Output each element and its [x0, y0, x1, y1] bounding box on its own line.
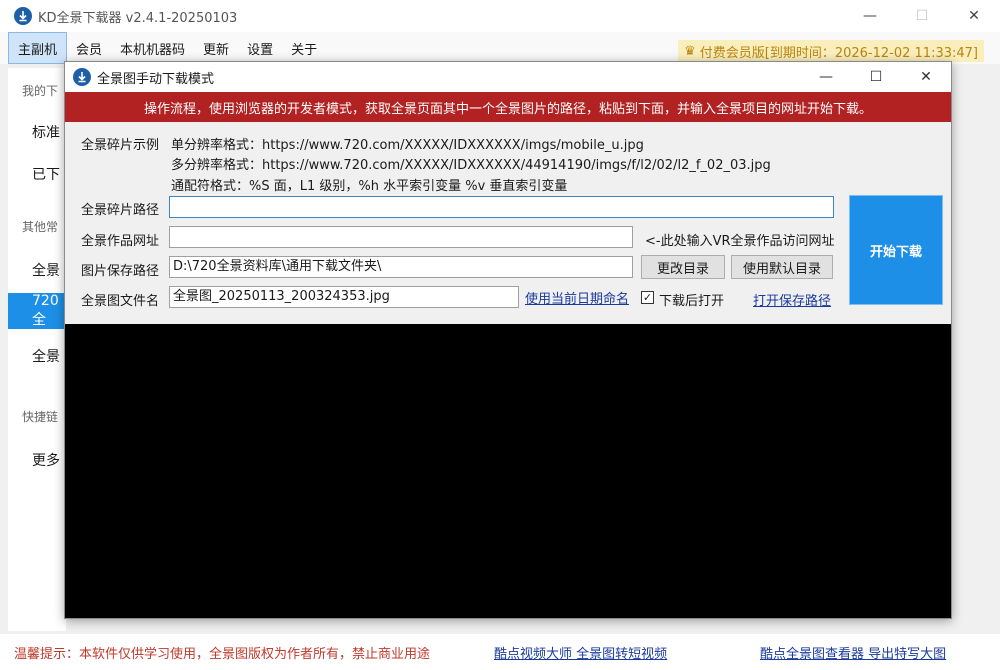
work-url-input[interactable] — [169, 226, 633, 248]
maximize-button[interactable]: ☐ — [896, 0, 948, 32]
sidebar-section-quick: 快捷链 — [22, 410, 59, 424]
sidebar-section-mine: 我的下 — [22, 84, 59, 98]
example-single: 单分辨率格式：https://www.720.com/XXXXX/IDXXXXX… — [171, 138, 644, 153]
dialog-title: 全景图手动下载模式 — [97, 71, 215, 87]
vip-badge-text: 付费会员版[到期时间：2026-12-02 11:33:47] — [699, 45, 978, 61]
dialog-maximize-button[interactable]: ☐ — [851, 62, 901, 92]
dialog-titlebar: 全景图手动下载模式 — ☐ ✕ — [65, 62, 951, 92]
instruction-banner: 操作流程，使用浏览器的开发者模式，获取全景页面其中一个全景图片的路径，粘贴到下面… — [65, 92, 951, 122]
log-console — [65, 324, 951, 618]
default-dir-button[interactable]: 使用默认目录 — [731, 255, 833, 279]
open-save-path-link[interactable]: 打开保存路径 — [753, 290, 831, 309]
minimize-button[interactable]: — — [844, 0, 896, 32]
work-url-label: 全景作品网址 — [81, 234, 160, 249]
menu-update[interactable]: 更新 — [194, 32, 238, 64]
sidebar-item-pano-2[interactable]: 全景 — [32, 346, 60, 366]
menu-member[interactable]: 会员 — [67, 32, 111, 64]
video-master-link[interactable]: 酷点视频大师 全景图转短视频 — [494, 643, 667, 662]
save-path-input[interactable]: D:\720全景资料库\通用下载文件夹\ — [169, 256, 633, 278]
menu-machine-code[interactable]: 本机机器码 — [111, 32, 194, 64]
app-title: KD全景下载器 v2.4.1-20250103 — [38, 10, 238, 26]
filename-input[interactable]: 全景图_20250113_200324353.jpg — [169, 286, 519, 308]
app-titlebar: KD全景下载器 v2.4.1-20250103 — ☐ ✕ — [0, 0, 1000, 32]
sidebar-item-pano[interactable]: 全景 — [32, 260, 60, 280]
menu-about[interactable]: 关于 — [282, 32, 326, 64]
status-bar: 温馨提示：本软件仅供学习使用，全景图版权为作者所有，禁止商业用途 酷点视频大师 … — [0, 634, 1000, 670]
change-dir-button[interactable]: 更改目录 — [641, 255, 725, 279]
sidebar-item-standard[interactable]: 标准 — [32, 122, 60, 142]
vip-badge: ♛ 付费会员版[到期时间：2026-12-02 11:33:47] — [678, 40, 984, 62]
sidebar-section-other: 其他常 — [22, 220, 59, 234]
disclaimer-text: 温馨提示：本软件仅供学习使用，全景图版权为作者所有，禁止商业用途 — [14, 646, 431, 662]
sidebar-item-downloaded[interactable]: 已下 — [32, 164, 60, 184]
fragment-path-label: 全景碎片路径 — [81, 203, 160, 218]
example-wildcard: 通配符格式：%S 面，L1 级别，%h 水平索引变量 %v 垂直索引变量 — [171, 179, 568, 194]
pano-viewer-link[interactable]: 酷点全景图查看器 导出特写大图 — [760, 643, 946, 662]
dialog-close-button[interactable]: ✕ — [901, 62, 951, 92]
save-path-label: 图片保存路径 — [81, 264, 160, 279]
example-label: 全景碎片示例 — [81, 138, 160, 153]
sidebar-item-720[interactable]: 720全 — [8, 293, 66, 329]
crown-icon: ♛ — [684, 43, 696, 59]
use-date-name-link[interactable]: 使用当前日期命名 — [525, 288, 629, 307]
download-icon — [73, 68, 91, 86]
download-icon — [14, 7, 32, 25]
dialog-minimize-button[interactable]: — — [801, 62, 851, 92]
open-after-download-label: 下载后打开 — [659, 294, 725, 309]
fragment-path-input[interactable] — [169, 196, 834, 218]
close-button[interactable]: ✕ — [948, 0, 1000, 32]
open-after-download-checkbox[interactable]: ✓ — [641, 291, 654, 304]
example-multi: 多分辨率格式：https://www.720.com/XXXXX/IDXXXXX… — [171, 158, 771, 173]
manual-download-dialog: 全景图手动下载模式 — ☐ ✕ 操作流程，使用浏览器的开发者模式，获取全景页面其… — [64, 61, 952, 619]
menu-main-sub[interactable]: 主副机 — [8, 32, 68, 64]
filename-label: 全景图文件名 — [81, 294, 160, 309]
sidebar: 我的下 标准 已下 其他常 全景 720全 全景 快捷链 更多 — [8, 68, 66, 631]
sidebar-item-more[interactable]: 更多 — [32, 450, 60, 470]
menu-settings[interactable]: 设置 — [238, 32, 282, 64]
start-download-button[interactable]: 开始下载 — [849, 195, 943, 305]
work-url-hint: <-此处输入VR全景作品访问网址 — [645, 234, 835, 249]
